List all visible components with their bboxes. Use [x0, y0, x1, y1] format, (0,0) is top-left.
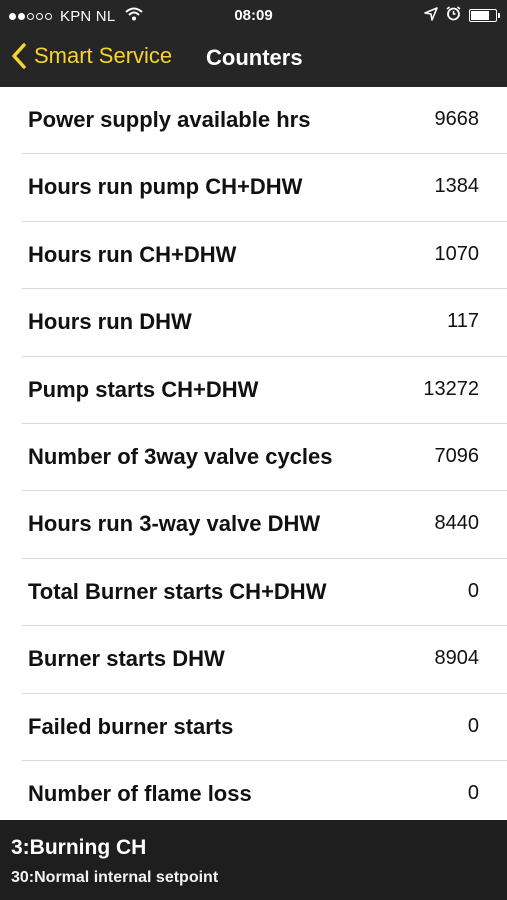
counter-value: 9668: [434, 108, 480, 130]
counter-value: 0: [467, 781, 479, 804]
counter-value: 8904: [434, 647, 480, 670]
status-footer: 3:Burning CH 30:Normal internal setpoint: [0, 820, 507, 900]
app-screen: KPN NL 08:09 Smart Service Counters Powe…: [0, 0, 507, 900]
counter-label: Hours run pump CH+DHW: [28, 174, 303, 200]
counter-label: Number of 3way valve cycles: [28, 443, 333, 469]
counter-value: 1384: [434, 175, 480, 198]
counter-row: Pump starts CH+DHW 13272: [22, 357, 507, 424]
counter-row: Number of flame loss 0: [22, 761, 507, 820]
counter-value: 7096: [434, 444, 480, 467]
counter-value: 8440: [434, 512, 480, 535]
location-icon: [424, 6, 438, 25]
counter-row: Number of 3way valve cycles 7096: [22, 424, 507, 492]
counter-label: Burner starts DHW: [28, 646, 225, 672]
counter-row: Burner starts DHW 8904: [22, 626, 507, 694]
counter-row: Hours run CH+DHW 1070: [22, 222, 507, 290]
top-bar: KPN NL 08:09 Smart Service Counters: [0, 0, 507, 87]
counter-label: Total Burner starts CH+DHW: [28, 578, 327, 604]
counter-label: Hours run CH+DHW: [28, 241, 237, 267]
counter-value: 0: [467, 579, 479, 602]
counter-label: Hours run DHW: [28, 309, 192, 335]
counter-label: Power supply available hrs: [28, 107, 311, 132]
boiler-status: 3:Burning CH: [11, 836, 147, 859]
battery-icon: [469, 9, 500, 22]
alarm-icon: [446, 6, 461, 25]
back-button-label: Smart Service: [34, 43, 173, 68]
chevron-left-icon: [10, 42, 28, 70]
counters-list[interactable]: Power supply available hrs 9668 Hours run …: [0, 87, 507, 820]
page-title: Counters: [206, 45, 303, 70]
status-icons: [424, 6, 500, 25]
counter-value: 1070: [434, 242, 480, 265]
counter-row: Hours run DHW 117: [22, 289, 507, 357]
status-bar: KPN NL 08:09: [0, 0, 507, 32]
counter-value: 117: [447, 310, 479, 333]
back-button[interactable]: Smart Service: [10, 42, 172, 70]
counter-row: Failed burner starts 0: [22, 694, 507, 761]
navigation-bar: Smart Service Counters: [0, 32, 507, 87]
boiler-substatus: 30:Normal internal setpoint: [11, 869, 219, 886]
counter-label: Number of flame loss: [28, 780, 252, 806]
counter-value: 13272: [423, 377, 479, 400]
counter-row: Hours run 3-way valve DHW 8440: [22, 491, 507, 559]
counter-row: Total Burner starts CH+DHW 0: [22, 559, 507, 627]
counter-label: Pump starts CH+DHW: [28, 376, 259, 402]
counter-label: Failed burner starts: [28, 713, 234, 739]
counter-value: 0: [467, 714, 479, 737]
counter-row: Power supply available hrs 9668: [22, 87, 507, 155]
counter-label: Hours run 3-way valve DHW: [28, 511, 321, 537]
counter-row: Hours run pump CH+DHW 1384: [22, 154, 507, 222]
